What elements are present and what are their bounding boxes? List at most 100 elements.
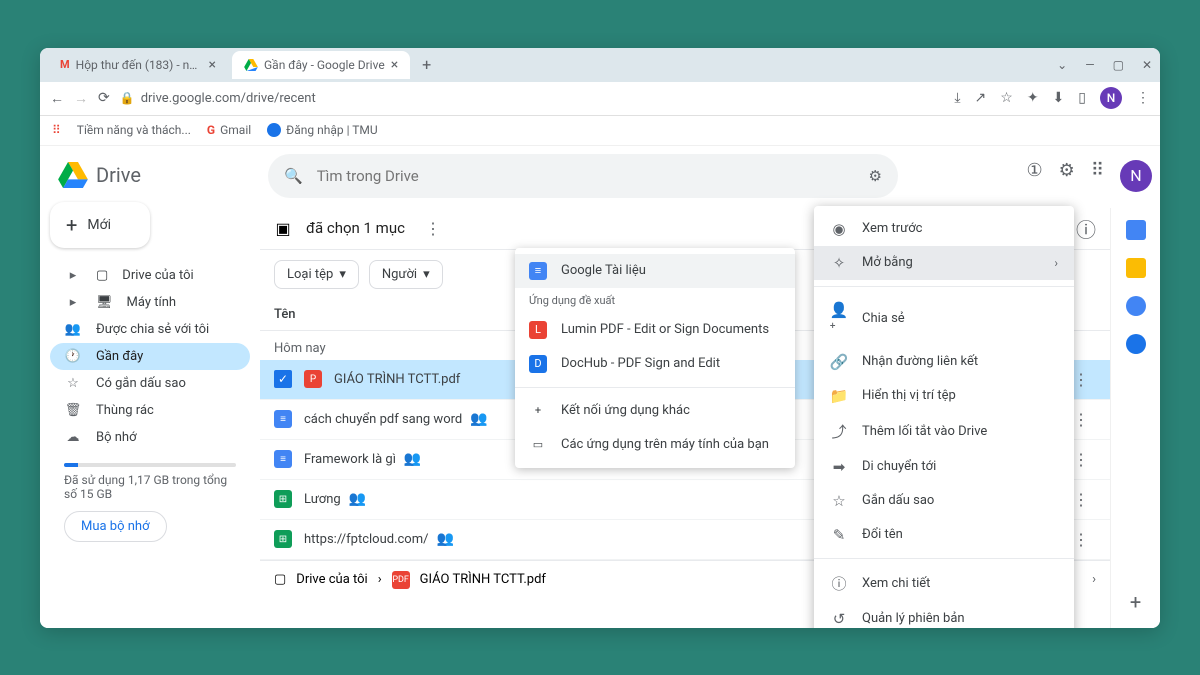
sidebar-item-shared[interactable]: 👥Được chia sẻ với tôi xyxy=(50,316,250,343)
new-button[interactable]: + Mới xyxy=(50,202,150,248)
ctx-preview[interactable]: ◉Xem trước xyxy=(814,212,1074,246)
submenu-item-connect[interactable]: + Kết nối ứng dụng khác xyxy=(515,394,795,428)
ctx-location[interactable]: 📁Hiển thị vị trí tệp xyxy=(814,379,1074,413)
bookmark-item[interactable]: Tiềm năng và thách... xyxy=(77,123,191,137)
sidebar-item-computers[interactable]: ▸🖥Máy tính xyxy=(50,289,250,316)
ctx-share[interactable]: 👤⁺Chia sẻ xyxy=(814,293,1074,345)
chevron-down-icon: ▾ xyxy=(423,267,430,282)
browser-tab-drive[interactable]: Gần đây - Google Drive × xyxy=(232,51,410,79)
close-icon[interactable]: × xyxy=(209,57,216,73)
trash-icon: 🗑 xyxy=(64,403,82,418)
apps-icon[interactable]: ⠿ xyxy=(52,123,61,137)
forward-icon[interactable]: → xyxy=(74,90,88,107)
submenu-item-gdocs[interactable]: ≡ Google Tài liệu xyxy=(515,254,795,288)
openwith-submenu: ≡ Google Tài liệu Ứng dụng đề xuất L Lum… xyxy=(515,248,795,468)
ctx-openwith[interactable]: ✧Mở bằng› xyxy=(814,246,1074,280)
shared-icon: 👥 xyxy=(437,531,454,547)
settings-icon[interactable]: ⚙ xyxy=(1059,160,1075,192)
bookmark-item[interactable]: GGmail xyxy=(207,123,251,137)
add-icon[interactable]: + xyxy=(1130,590,1141,614)
laptop-icon: ▭ xyxy=(529,436,547,454)
ctx-move[interactable]: ➡Di chuyển tới xyxy=(814,450,1074,484)
submenu-item-dochub[interactable]: D DocHub - PDF Sign and Edit xyxy=(515,347,795,381)
submenu-header: Ứng dụng đề xuất xyxy=(515,288,795,313)
browser-window: M Hộp thư đến (183) - nguyenhoai... × Gầ… xyxy=(40,48,1160,628)
nav-list: ▸▢Drive của tôi ▸🖥Máy tính 👥Được chia sẻ… xyxy=(50,262,250,451)
reader-icon[interactable]: ▯ xyxy=(1078,90,1086,106)
submenu-item-lumin[interactable]: L Lumin PDF - Edit or Sign Documents xyxy=(515,313,795,347)
bookmark-item[interactable]: Đăng nhập | TMU xyxy=(267,123,378,137)
folder-icon: ▢ xyxy=(96,268,108,283)
star-icon: ☆ xyxy=(830,492,848,510)
apps-grid-icon[interactable]: ⠿ xyxy=(1091,160,1104,192)
tasks-icon[interactable] xyxy=(1126,296,1146,316)
lumin-icon: L xyxy=(529,321,547,339)
ctx-shortcut[interactable]: ⤴Thêm lối tắt vào Drive xyxy=(814,413,1074,450)
tab-title: Gần đây - Google Drive xyxy=(264,58,385,72)
url-text: drive.google.com/drive/recent xyxy=(141,91,316,106)
chevron-right-icon: › xyxy=(378,572,382,587)
breadcrumb-root[interactable]: Drive của tôi xyxy=(296,572,367,587)
ctx-getlink[interactable]: 🔗Nhận đường liên kết xyxy=(814,345,1074,379)
folder-icon: 📁 xyxy=(830,387,848,405)
gdocs-icon: ≡ xyxy=(529,262,547,280)
submenu-item-desktop[interactable]: ▭ Các ứng dụng trên máy tính của bạn xyxy=(515,428,795,462)
sidebar-item-storage[interactable]: ☁Bộ nhớ xyxy=(50,424,250,451)
bookmark-icon[interactable]: ☆ xyxy=(1000,90,1013,106)
storage-info: Đã sử dụng 1,17 GB trong tổng số 15 GB M… xyxy=(50,463,250,542)
new-tab-icon[interactable]: + xyxy=(414,55,439,74)
extension-icon[interactable]: ✦ xyxy=(1027,90,1039,106)
tab-title: Hộp thư đến (183) - nguyenhoai... xyxy=(76,58,203,72)
more-icon[interactable]: ⋮ xyxy=(425,219,441,238)
computer-icon: 🖥 xyxy=(96,295,113,310)
browser-titlebar: M Hộp thư đến (183) - nguyenhoai... × Gầ… xyxy=(40,48,1160,82)
ctx-star[interactable]: ☆Gắn dấu sao xyxy=(814,484,1074,518)
share-icon[interactable]: ↗ xyxy=(975,90,987,106)
keep-icon[interactable] xyxy=(1126,258,1146,278)
profile-avatar[interactable]: N xyxy=(1100,87,1122,109)
search-input[interactable] xyxy=(317,167,855,185)
menu-icon[interactable]: ⋮ xyxy=(1136,90,1150,106)
close-icon[interactable]: × xyxy=(391,57,398,73)
sidebar-item-mydrive[interactable]: ▸▢Drive của tôi xyxy=(50,262,250,289)
deselect-icon[interactable]: ▣ xyxy=(274,219,292,237)
pencil-icon: ✎ xyxy=(830,526,848,544)
sidebar-item-recent[interactable]: 🕐Gần đây xyxy=(50,343,250,370)
chevron-right-icon[interactable]: › xyxy=(1092,572,1096,587)
triangle-icon: ▸ xyxy=(64,295,82,310)
sidebar-item-trash[interactable]: 🗑Thùng rác xyxy=(50,397,250,424)
info-icon[interactable]: ⓘ xyxy=(1076,214,1096,243)
chip-people[interactable]: Người▾ xyxy=(369,260,443,289)
ctx-rename[interactable]: ✎Đổi tên xyxy=(814,518,1074,552)
filter-icon[interactable]: ⚙ xyxy=(869,167,882,185)
browser-tab-gmail[interactable]: M Hộp thư đến (183) - nguyenhoai... × xyxy=(48,51,228,79)
reload-icon[interactable]: ⟳ xyxy=(98,90,110,107)
calendar-icon[interactable] xyxy=(1126,220,1146,240)
account-avatar[interactable]: N xyxy=(1120,160,1152,192)
buy-storage-button[interactable]: Mua bộ nhớ xyxy=(64,511,167,542)
sidebar-item-starred[interactable]: ☆Có gắn dấu sao xyxy=(50,370,250,397)
drive-logo[interactable]: Drive xyxy=(50,156,250,202)
close-window-icon[interactable]: ✕ xyxy=(1142,58,1152,72)
shared-icon: 👥 xyxy=(470,411,487,427)
back-icon[interactable]: ← xyxy=(50,90,64,107)
help-icon[interactable]: ① xyxy=(1027,160,1043,192)
star-icon: ☆ xyxy=(64,376,82,391)
contacts-icon[interactable] xyxy=(1126,334,1146,354)
install-icon[interactable]: ⤓ xyxy=(954,90,960,106)
tabs-dropdown-icon[interactable]: ⌄ xyxy=(1057,58,1067,72)
checkbox-checked-icon[interactable]: ✓ xyxy=(274,370,292,388)
chip-filetype[interactable]: Loại tệp▾ xyxy=(274,260,359,289)
url-field[interactable]: 🔒 drive.google.com/drive/recent xyxy=(120,91,945,106)
search-box[interactable]: 🔍 ⚙ xyxy=(268,154,898,198)
downloads-icon[interactable]: ⬇ xyxy=(1053,90,1065,106)
ctx-details[interactable]: ⓘXem chi tiết xyxy=(814,565,1074,602)
sheet-icon: ⊞ xyxy=(274,530,292,548)
clock-icon: 🕐 xyxy=(64,349,82,364)
chevron-down-icon: ▾ xyxy=(339,267,346,282)
maximize-icon[interactable]: ▢ xyxy=(1113,58,1124,72)
minimize-icon[interactable]: — xyxy=(1085,58,1094,72)
ctx-versions[interactable]: ↺Quản lý phiên bản xyxy=(814,602,1074,628)
cloud-icon: ☁ xyxy=(64,430,82,445)
link-icon: 🔗 xyxy=(830,353,848,371)
